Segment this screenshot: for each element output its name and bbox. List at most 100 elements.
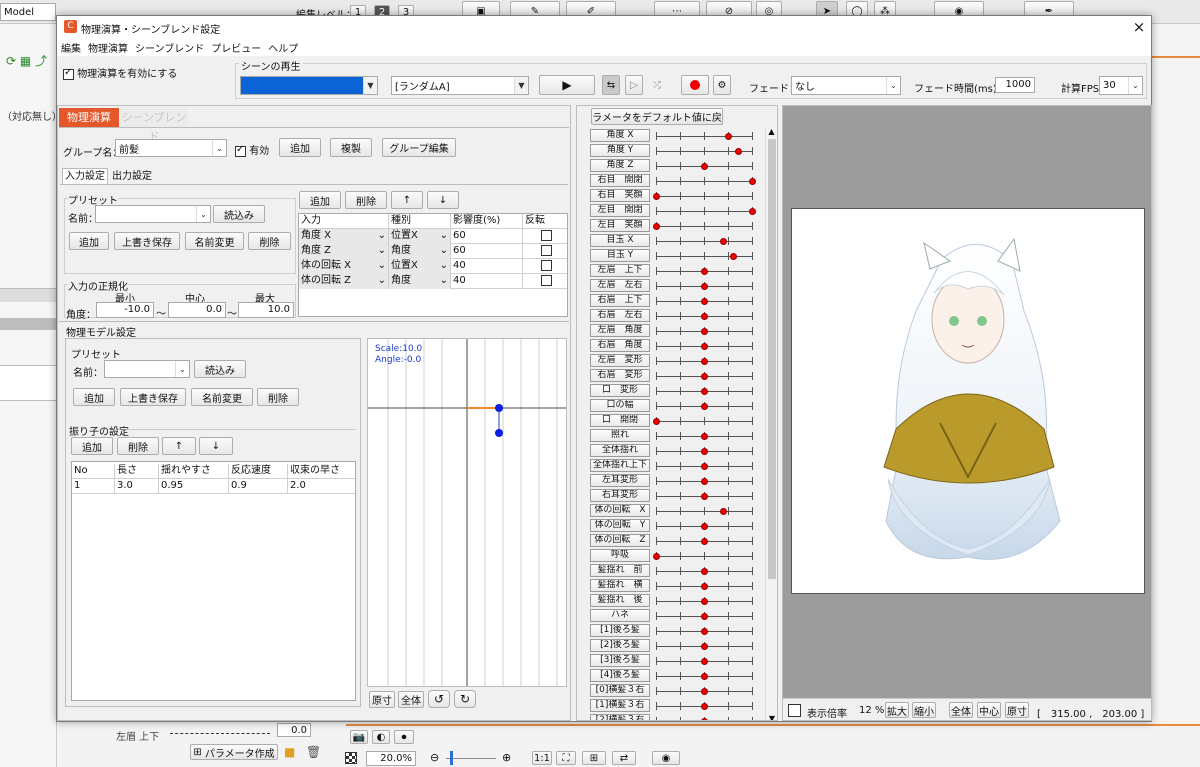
zoom-in-icon[interactable]: ⊕ (502, 751, 511, 764)
reverse-checkbox[interactable] (541, 229, 552, 241)
param-row[interactable]: [3]後ろ髪 (577, 654, 765, 669)
param-slider-knob[interactable] (653, 223, 660, 230)
param-slider-knob[interactable] (701, 298, 708, 305)
param-row[interactable]: 目玉 Y (577, 249, 765, 264)
param-slider-knob[interactable] (749, 178, 756, 185)
param-row[interactable]: 角度 Z (577, 159, 765, 174)
param-name-button[interactable]: [4]後ろ髪 (590, 669, 650, 682)
param-slider-knob[interactable] (701, 703, 708, 710)
type-cell[interactable]: 角度 ⌄ (389, 274, 451, 289)
input-add-button[interactable]: 追加 (299, 191, 341, 209)
group-name-select[interactable]: 前髪 ⌄ (115, 139, 227, 157)
pendulum-down-button[interactable]: ↓ (199, 437, 233, 455)
preset-load-button[interactable]: 読込み (213, 205, 265, 223)
param-slider-knob[interactable] (701, 598, 708, 605)
input-delete-button[interactable]: 削除 (345, 191, 387, 209)
preset-rename-button[interactable]: 名前変更 (185, 232, 244, 250)
bg-zoom-field[interactable]: 20.0% (366, 751, 416, 766)
show-zoom-checkbox[interactable] (788, 704, 801, 717)
param-slider-knob[interactable] (701, 463, 708, 470)
param-name-button[interactable]: 照れ (590, 429, 650, 442)
fade-time-input[interactable]: 1000 (995, 77, 1035, 93)
param-name-button[interactable]: 左目 開閉 (590, 204, 650, 217)
normalize-max-input[interactable]: 10.0 (238, 302, 294, 318)
param-row[interactable]: [1]横髪３右 (577, 699, 765, 714)
input-cell[interactable]: 体の回転 X ⌄ (299, 259, 389, 274)
reverse-cell[interactable] (523, 229, 568, 244)
param-name-button[interactable]: 体の回転 X (590, 504, 650, 517)
param-name-button[interactable]: [0]横髪３右 (590, 684, 650, 697)
param-name-button[interactable]: 右眉 左右 (590, 309, 650, 322)
param-row[interactable]: [2]横髪３右 (577, 714, 765, 720)
enable-physics-checkbox[interactable]: 物理演算を有効にする (63, 65, 177, 80)
normalize-min-input[interactable]: -10.0 (96, 302, 154, 318)
param-slider-knob[interactable] (701, 478, 708, 485)
bg-camera2-button[interactable]: ◐ (372, 730, 390, 744)
bg-param-value[interactable]: 0.0 (277, 723, 311, 737)
normalize-center-input[interactable]: 0.0 (168, 302, 226, 318)
zoom-out-icon[interactable]: ⊖ (430, 751, 439, 764)
pendulum-cell-convergence[interactable]: 2.0 (288, 479, 356, 494)
param-slider-track[interactable] (656, 537, 753, 545)
param-row[interactable]: 口 開閉 (577, 414, 765, 429)
reverse-checkbox[interactable] (541, 244, 552, 256)
param-row[interactable]: 体の回転 Y (577, 519, 765, 534)
param-name-button[interactable]: 口 変形 (590, 384, 650, 397)
param-slider-track[interactable] (656, 387, 753, 395)
pendulum-cell-response[interactable]: 0.9 (229, 479, 288, 494)
param-name-button[interactable]: 右眉 上下 (590, 294, 650, 307)
zoom-out-button[interactable]: 縮小 (912, 702, 936, 718)
param-slider-track[interactable] (656, 597, 753, 605)
param-slider-knob[interactable] (701, 538, 708, 545)
param-name-button[interactable]: 左眉 変形 (590, 354, 650, 367)
param-name-button[interactable]: 体の回転 Y (590, 519, 650, 532)
tab-output-settings[interactable]: 出力設定 (109, 170, 155, 184)
param-slider-knob[interactable] (701, 403, 708, 410)
param-name-button[interactable]: 口の幅 (590, 399, 650, 412)
table-row[interactable]: 体の回転 Z ⌄ 角度 ⌄ 40 (299, 274, 567, 289)
param-name-button[interactable]: 体の回転 Z (590, 534, 650, 547)
param-row[interactable]: [2]後ろ髪 (577, 639, 765, 654)
param-row[interactable]: 右眉 変形 (577, 369, 765, 384)
param-name-button[interactable]: 左眉 左右 (590, 279, 650, 292)
param-slider-knob[interactable] (701, 388, 708, 395)
reverse-cell[interactable] (523, 244, 568, 259)
input-cell[interactable]: 体の回転 Z ⌄ (299, 274, 389, 289)
param-row[interactable]: 口の幅 (577, 399, 765, 414)
param-row[interactable]: 左眉 上下 (577, 264, 765, 279)
pendulum-delete-button[interactable]: 削除 (117, 437, 159, 455)
bg-camera-button[interactable]: 📷 (350, 730, 368, 744)
param-row[interactable]: 右目 開閉 (577, 174, 765, 189)
next-button[interactable]: ▷ (625, 75, 643, 95)
param-row[interactable]: 左眉 変形 (577, 354, 765, 369)
param-slider-track[interactable] (656, 567, 753, 575)
param-name-button[interactable]: 呼吸 (590, 549, 650, 562)
param-slider-track[interactable] (656, 282, 753, 290)
param-slider-knob[interactable] (701, 493, 708, 500)
param-name-button[interactable]: 左眉 角度 (590, 324, 650, 337)
param-slider-knob[interactable] (720, 238, 728, 245)
param-slider-track[interactable] (656, 162, 753, 170)
menu-edit[interactable]: 編集 (61, 40, 81, 55)
param-slider-knob[interactable] (701, 433, 708, 440)
param-slider-knob[interactable] (701, 328, 708, 335)
param-row[interactable]: [0]横髪３右 (577, 684, 765, 699)
param-slider-knob[interactable] (701, 163, 708, 170)
param-name-button[interactable]: 右眉 角度 (590, 339, 650, 352)
model-preset-delete-button[interactable]: 削除 (257, 388, 299, 406)
preview-canvas[interactable] (791, 208, 1145, 594)
param-row[interactable]: 左眉 角度 (577, 324, 765, 339)
bg-param-slider[interactable] (170, 733, 270, 734)
model-preset-rename-button[interactable]: 名前変更 (191, 388, 253, 406)
param-name-button[interactable]: 右目 笑顔 (590, 189, 650, 202)
param-slider-knob[interactable] (701, 358, 708, 365)
menu-scene-blend[interactable]: シーンブレンド (135, 40, 204, 55)
param-slider-knob[interactable] (749, 208, 756, 215)
sim-fit-button[interactable]: 全体 (398, 691, 424, 708)
param-row[interactable]: 体の回転 X (577, 504, 765, 519)
param-slider-track[interactable] (656, 297, 753, 305)
preset-name-select[interactable]: ⌄ (95, 205, 211, 223)
param-slider-track[interactable] (656, 612, 753, 620)
param-slider-knob[interactable] (734, 148, 742, 155)
group-duplicate-button[interactable]: 複製 (330, 138, 372, 157)
